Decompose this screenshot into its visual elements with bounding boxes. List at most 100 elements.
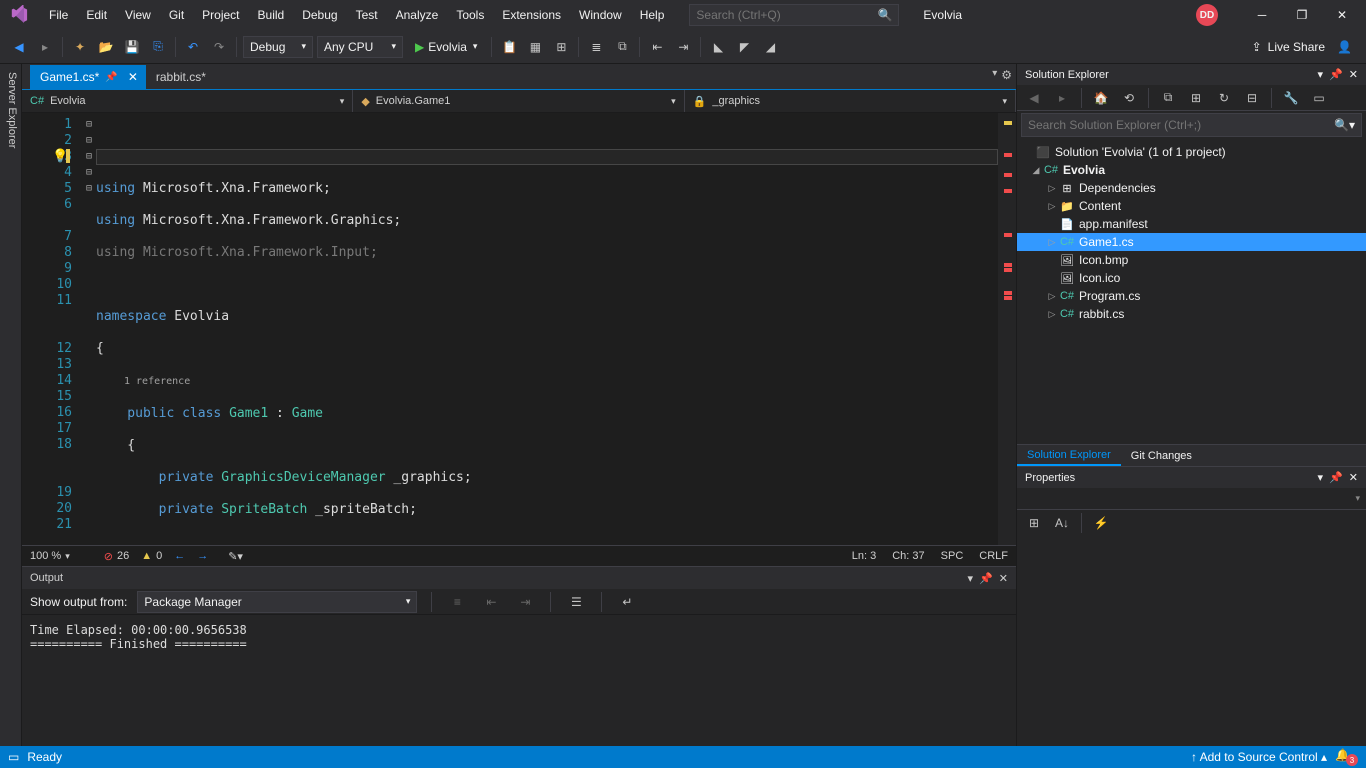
tree-dependencies[interactable]: ▷⊞Dependencies	[1017, 179, 1366, 197]
menu-tools[interactable]: Tools	[447, 1, 493, 29]
panel-pin-icon[interactable]: 📌	[1329, 68, 1343, 81]
se-collapse-btn[interactable]: ⊟	[1240, 86, 1264, 110]
global-search-input[interactable]	[696, 8, 877, 22]
se-fwd-btn[interactable]: ▸	[1050, 86, 1074, 110]
props-alpha-btn[interactable]: A↓	[1050, 511, 1074, 535]
out-btn-3[interactable]: ⇥	[513, 590, 537, 614]
live-share-btn[interactable]: ⇪ Live Share 👤	[1244, 40, 1360, 54]
redo-btn[interactable]: ↷	[207, 35, 231, 59]
menu-window[interactable]: Window	[570, 1, 631, 29]
tree-rabbit[interactable]: ▷C#rabbit.cs	[1017, 305, 1366, 323]
eol-indicator[interactable]: CRLF	[979, 550, 1008, 562]
props-dropdown-icon[interactable]: ▾	[1355, 493, 1360, 504]
output-source-combo[interactable]: Package Manager▾	[137, 591, 417, 613]
tb-btn-1[interactable]: 📋	[497, 35, 521, 59]
out-btn-clear[interactable]: ☰	[564, 590, 588, 614]
solution-search[interactable]: 🔍▾	[1021, 113, 1362, 137]
server-explorer-tab[interactable]: Server Explorer	[0, 64, 22, 746]
source-control-btn[interactable]: ↑ Add to Source Control ▴	[1191, 750, 1327, 764]
menu-file[interactable]: File	[40, 1, 77, 29]
tree-game1[interactable]: ▷C#Game1.cs	[1017, 233, 1366, 251]
error-count[interactable]: ⊘26	[104, 550, 129, 563]
panel-dropdown-icon[interactable]: ▾	[1318, 471, 1324, 484]
tb-btn-6[interactable]: ⇤	[645, 35, 669, 59]
nav-back-btn[interactable]: ◀	[7, 35, 31, 59]
close-tab-icon[interactable]: ✕	[128, 70, 138, 84]
se-home-btn[interactable]: 🏠	[1089, 86, 1113, 110]
config-combo[interactable]: Debug▾	[243, 36, 313, 58]
props-events-btn[interactable]: ⚡	[1089, 511, 1113, 535]
code-editor[interactable]: 1234 567 891011 1213 14151617 1819 20212…	[22, 113, 1016, 545]
tree-project[interactable]: ◢C#Evolvia	[1017, 161, 1366, 179]
tb-btn-7[interactable]: ⇥	[671, 35, 695, 59]
menu-test[interactable]: Test	[347, 1, 387, 29]
save-btn[interactable]: 💾	[120, 35, 144, 59]
nav-next-btn[interactable]: →	[197, 550, 208, 562]
panel-dropdown-icon[interactable]: ▾	[968, 572, 974, 585]
solution-search-input[interactable]	[1028, 118, 1334, 132]
tab-solution-explorer[interactable]: Solution Explorer	[1017, 445, 1121, 466]
se-back-btn[interactable]: ◀	[1022, 86, 1046, 110]
menu-analyze[interactable]: Analyze	[387, 1, 448, 29]
out-btn-wrap[interactable]: ↵	[615, 590, 639, 614]
panel-dropdown-icon[interactable]: ▾	[1318, 68, 1324, 81]
line-indicator[interactable]: Ln: 3	[852, 550, 876, 562]
tree-iconico[interactable]: 🖼Icon.ico	[1017, 269, 1366, 287]
tree-program[interactable]: ▷C#Program.cs	[1017, 287, 1366, 305]
tree-content[interactable]: ▷📁Content	[1017, 197, 1366, 215]
brush-icon[interactable]: ✎▾	[228, 550, 243, 563]
restore-button[interactable]: ❐	[1282, 0, 1322, 30]
solution-tree[interactable]: ⬛Solution 'Evolvia' (1 of 1 project) ◢C#…	[1017, 139, 1366, 444]
tb-btn-9[interactable]: ◤	[732, 35, 756, 59]
panel-close-icon[interactable]: ✕	[1349, 68, 1358, 81]
close-button[interactable]: ✕	[1322, 0, 1362, 30]
nav-fwd-btn[interactable]: ▸	[33, 35, 57, 59]
nav-class-combo[interactable]: ◆Evolvia.Game1▾	[353, 90, 684, 112]
menu-debug[interactable]: Debug	[293, 1, 346, 29]
tab-settings-icon[interactable]: ⚙	[1001, 68, 1012, 82]
se-refresh-btn[interactable]: ↻	[1212, 86, 1236, 110]
notifications-btn[interactable]: 🔔3	[1335, 748, 1358, 766]
tree-manifest[interactable]: 📄app.manifest	[1017, 215, 1366, 233]
panel-pin-icon[interactable]: 📌	[979, 572, 993, 585]
warning-count[interactable]: ▲0	[141, 550, 162, 562]
tb-btn-2[interactable]: ▦	[523, 35, 547, 59]
start-debug-btn[interactable]: ▶Evolvia▾	[407, 36, 485, 58]
pin-icon[interactable]: 📌	[105, 72, 117, 83]
out-btn-2[interactable]: ⇤	[479, 590, 503, 614]
tab-git-changes[interactable]: Git Changes	[1121, 445, 1202, 466]
tab-game1[interactable]: Game1.cs* 📌 ✕	[30, 65, 146, 89]
tree-solution-root[interactable]: ⬛Solution 'Evolvia' (1 of 1 project)	[1017, 143, 1366, 161]
global-search[interactable]: 🔍	[689, 4, 899, 26]
zoom-combo[interactable]: 100 % ▾	[30, 550, 70, 562]
tab-rabbit[interactable]: rabbit.cs*	[146, 65, 214, 89]
tb-btn-5[interactable]: ⧉	[610, 35, 634, 59]
menu-extensions[interactable]: Extensions	[493, 1, 570, 29]
menu-build[interactable]: Build	[249, 1, 294, 29]
tb-btn-3[interactable]: ⊞	[549, 35, 573, 59]
tree-iconbmp[interactable]: 🖼Icon.bmp	[1017, 251, 1366, 269]
panel-close-icon[interactable]: ✕	[999, 572, 1008, 585]
overview-ruler[interactable]	[998, 113, 1016, 545]
se-sync-btn[interactable]: ⟲	[1117, 86, 1141, 110]
menu-git[interactable]: Git	[160, 1, 193, 29]
props-categorized-btn[interactable]: ⊞	[1022, 511, 1046, 535]
user-avatar[interactable]: DD	[1196, 4, 1218, 26]
out-btn-1[interactable]: ≡	[445, 590, 469, 614]
panel-pin-icon[interactable]: 📌	[1329, 471, 1343, 484]
output-body[interactable]: Time Elapsed: 00:00:00.9656538 =========…	[22, 615, 1016, 746]
se-showall-btn[interactable]: ⊞	[1184, 86, 1208, 110]
menu-project[interactable]: Project	[193, 1, 248, 29]
tb-btn-8[interactable]: ◣	[706, 35, 730, 59]
code-body[interactable]: 💡 using Microsoft.Xna.Framework; using M…	[96, 113, 998, 545]
menu-view[interactable]: View	[116, 1, 160, 29]
undo-btn[interactable]: ↶	[181, 35, 205, 59]
nav-member-combo[interactable]: 🔒_graphics▾	[685, 90, 1016, 112]
save-all-btn[interactable]: ⎘	[146, 35, 170, 59]
platform-combo[interactable]: Any CPU▾	[317, 36, 403, 58]
menu-edit[interactable]: Edit	[77, 1, 116, 29]
indent-indicator[interactable]: SPC	[941, 550, 964, 562]
tab-overflow-icon[interactable]: ▾	[992, 68, 997, 82]
panel-close-icon[interactable]: ✕	[1349, 471, 1358, 484]
se-filter-btn[interactable]: ⧉	[1156, 86, 1180, 110]
